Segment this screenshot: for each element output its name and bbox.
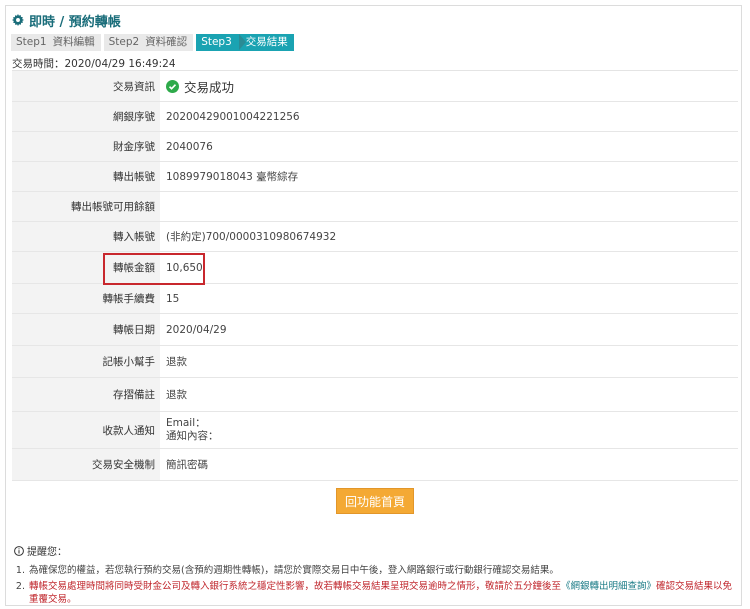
row-value: 簡訊密碼 [166, 459, 208, 471]
back-to-home-button[interactable]: 回功能首頁 [336, 488, 414, 514]
note-text: 為確保您的權益，若您執行預約交易(含預約週期性轉帳)，請您於實際交易日中午後，登… [29, 565, 559, 576]
note-number: 1. [15, 565, 25, 576]
reminder-title: 提醒您： [27, 547, 67, 558]
step-3-label: 交易結果 [245, 36, 288, 48]
row-bookkeeping-helper: 記帳小幫手 退款 [12, 346, 738, 378]
step-2-label: 資料確認 [145, 36, 188, 48]
row-label: 轉帳手續費 [12, 284, 160, 313]
amount-highlight-box [103, 253, 205, 285]
row-value: Email： 通知內容： [160, 412, 738, 448]
step-1-label: 資料編輯 [52, 36, 95, 48]
status-text: 交易成功 [184, 79, 235, 95]
note-number: 2. [15, 581, 25, 592]
row-label: 記帳小幫手 [12, 346, 160, 377]
row-transfer-fee: 轉帳手續費 15 [12, 284, 738, 314]
note-text-part-a: 轉帳交易處理時間將同時受財金公司及轉入銀行系統之穩定性影響，故若轉帳交易結果呈現… [29, 581, 562, 592]
row-value: 20200429001004221256 [166, 110, 300, 123]
step-1: Step1 資料編輯 [11, 34, 101, 51]
row-value: 退款 [166, 389, 187, 401]
row-value: 15 [166, 292, 180, 305]
step-1-num: Step1 [16, 36, 47, 48]
row-value: 退款 [166, 356, 187, 368]
row-transaction-info: 交易資訊 交易成功 [12, 71, 738, 102]
row-label: 交易安全機制 [12, 449, 160, 480]
step-3-active: Step3 交易結果 [196, 34, 294, 51]
row-security-mechanism: 交易安全機制 簡訊密碼 [12, 449, 738, 481]
reminder-header: 提醒您： [14, 543, 736, 558]
row-payee-notification: 收款人通知 Email： 通知內容： [12, 412, 738, 449]
row-from-account: 轉出帳號 1089979018043 臺幣綜存 [12, 162, 738, 192]
reminder-notes: 提醒您： 1. 為確保您的權益，若您執行預約交易(含預約週期性轉帳)，請您於實際… [14, 543, 736, 609]
row-label: 交易資訊 [12, 71, 160, 101]
step-indicator: Step1 資料編輯 Step2 資料確認 Step3 交易結果 [11, 34, 297, 51]
email-line: Email： [166, 417, 206, 429]
row-value: (非約定)700/0000310980674932 [166, 231, 337, 243]
row-label: 轉入帳號 [12, 222, 160, 251]
step-arrow-icon [239, 34, 247, 50]
row-label: 網銀序號 [12, 102, 160, 131]
row-fisc-serial: 財金序號 2040076 [12, 132, 738, 162]
row-value: 1089979018043 臺幣綜存 [166, 171, 299, 183]
row-label: 轉出帳號 [12, 162, 160, 191]
note-text: 轉帳交易處理時間將同時受財金公司及轉入銀行系統之穩定性影響，故若轉帳交易結果呈現… [29, 580, 736, 606]
row-value: 10,650 [166, 261, 203, 274]
row-value [160, 192, 738, 221]
note-item-1: 1. 為確保您的權益，若您執行預約交易(含預約週期性轉帳)，請您於實際交易日中午… [14, 564, 736, 577]
row-value: 交易成功 [160, 71, 738, 101]
row-value: 2020/04/29 [166, 323, 227, 336]
row-label: 轉帳日期 [12, 314, 160, 345]
step-2-num: Step2 [108, 36, 140, 48]
row-label: 轉出帳號可用餘額 [12, 192, 160, 221]
row-available-balance: 轉出帳號可用餘額 [12, 192, 738, 222]
step-3-num: Step3 [201, 36, 232, 48]
note-item-2: 2. 轉帳交易處理時間將同時受財金公司及轉入銀行系統之穩定性影響，故若轉帳交易結… [14, 580, 736, 606]
page-title: 即時 / 預約轉帳 [12, 11, 121, 30]
row-label: 收款人通知 [12, 412, 160, 448]
row-value: 2040076 [166, 140, 213, 153]
row-label: 財金序號 [12, 132, 160, 161]
row-label: 存摺備註 [12, 378, 160, 411]
row-transfer-date: 轉帳日期 2020/04/29 [12, 314, 738, 346]
check-circle-icon [166, 79, 179, 93]
statement-query-link[interactable]: 《網銀轉出明細查詢》 [561, 581, 656, 592]
row-netbank-serial: 網銀序號 20200429001004221256 [12, 102, 738, 132]
gear-icon [12, 14, 24, 26]
notify-content-line: 通知內容： [166, 430, 219, 442]
info-icon [14, 545, 24, 556]
transaction-time: 交易時間：2020/04/29 16:49:24 [12, 58, 176, 70]
row-passbook-note: 存摺備註 退款 [12, 378, 738, 412]
step-2: Step2 資料確認 [103, 34, 194, 51]
row-to-account: 轉入帳號 (非約定)700/0000310980674932 [12, 222, 738, 252]
page-title-text: 即時 / 預約轉帳 [29, 14, 121, 30]
